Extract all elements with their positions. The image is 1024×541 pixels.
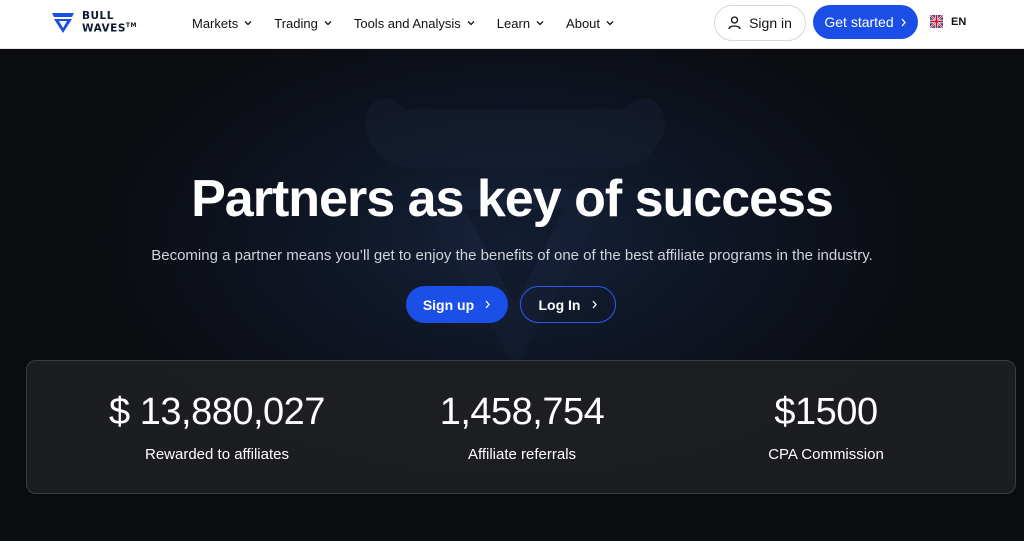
sign-in-label: Sign in [749,15,792,31]
chevron-down-icon [606,21,614,26]
main-nav: Markets Trading Tools and Analysis Learn… [192,0,614,46]
logo-mark-icon [52,13,74,33]
log-in-label: Log In [538,296,581,313]
nav-item-label: Learn [496,15,531,31]
stat-cpa: $1500 CPA Commission [676,361,976,463]
stats-panel: $ 13,880,027 Rewarded to affiliates 1,45… [26,360,1016,494]
nav-item-learn[interactable]: Learn [497,16,544,31]
stat-rewarded: $ 13,880,027 Rewarded to affiliates [67,361,367,463]
bull-waves-logo[interactable]: BULL WAVESTM [50,9,137,35]
stat-value: $ 13,880,027 [109,391,325,433]
chevron-down-icon [467,21,475,26]
log-in-button[interactable]: Log In [520,286,616,323]
bull-logo-watermark-icon [365,98,665,369]
stat-value: $1500 [774,391,878,433]
stat-label: CPA Commission [768,446,884,463]
nav-item-tools-and-analysis[interactable]: Tools and Analysis [354,16,475,31]
language-selector[interactable]: EN [930,15,966,28]
get-started-button[interactable]: Get started [813,5,918,39]
nav-item-label: Markets [192,15,239,31]
nav-item-markets[interactable]: Markets [192,16,252,31]
logo-line-1: BULL [82,9,114,22]
chevron-right-icon [485,300,491,309]
nav-item-label: About [566,15,601,31]
page-title: Partners as key of success [191,170,834,228]
logo-line-2: WAVES [82,22,126,35]
stat-value: 1,458,754 [439,391,605,433]
nav-item-label: Tools and Analysis [353,15,461,31]
get-started-label: Get started [824,14,894,30]
user-icon [728,16,741,30]
sign-up-button[interactable]: Sign up [406,286,508,323]
hero-section: Partners as key of success Becoming a pa… [0,49,1024,541]
chevron-down-icon [324,21,332,26]
chevron-right-icon [592,300,597,309]
sign-up-label: Sign up [422,296,475,313]
uk-flag-icon [930,15,943,28]
nav-item-label: Trading [274,15,318,31]
chevron-right-icon [901,18,906,26]
chevron-down-icon [536,21,544,26]
logo-wordmark: BULL WAVESTM [82,11,137,34]
chevron-down-icon [244,21,252,26]
logo-tm: TM [125,21,137,29]
language-label: EN [951,15,967,28]
top-navigation-bar: BULL WAVESTM Markets Trading Tools and A… [0,0,1024,49]
sign-in-button[interactable]: Sign in [714,5,806,41]
nav-item-trading[interactable]: Trading [274,16,332,31]
stat-label: Affiliate referrals [467,446,577,463]
stat-referrals: 1,458,754 Affiliate referrals [372,361,672,463]
hero-subtitle: Becoming a partner means you’ll get to e… [151,247,873,264]
stat-label: Rewarded to affiliates [145,446,289,463]
nav-item-about[interactable]: About [566,16,614,31]
